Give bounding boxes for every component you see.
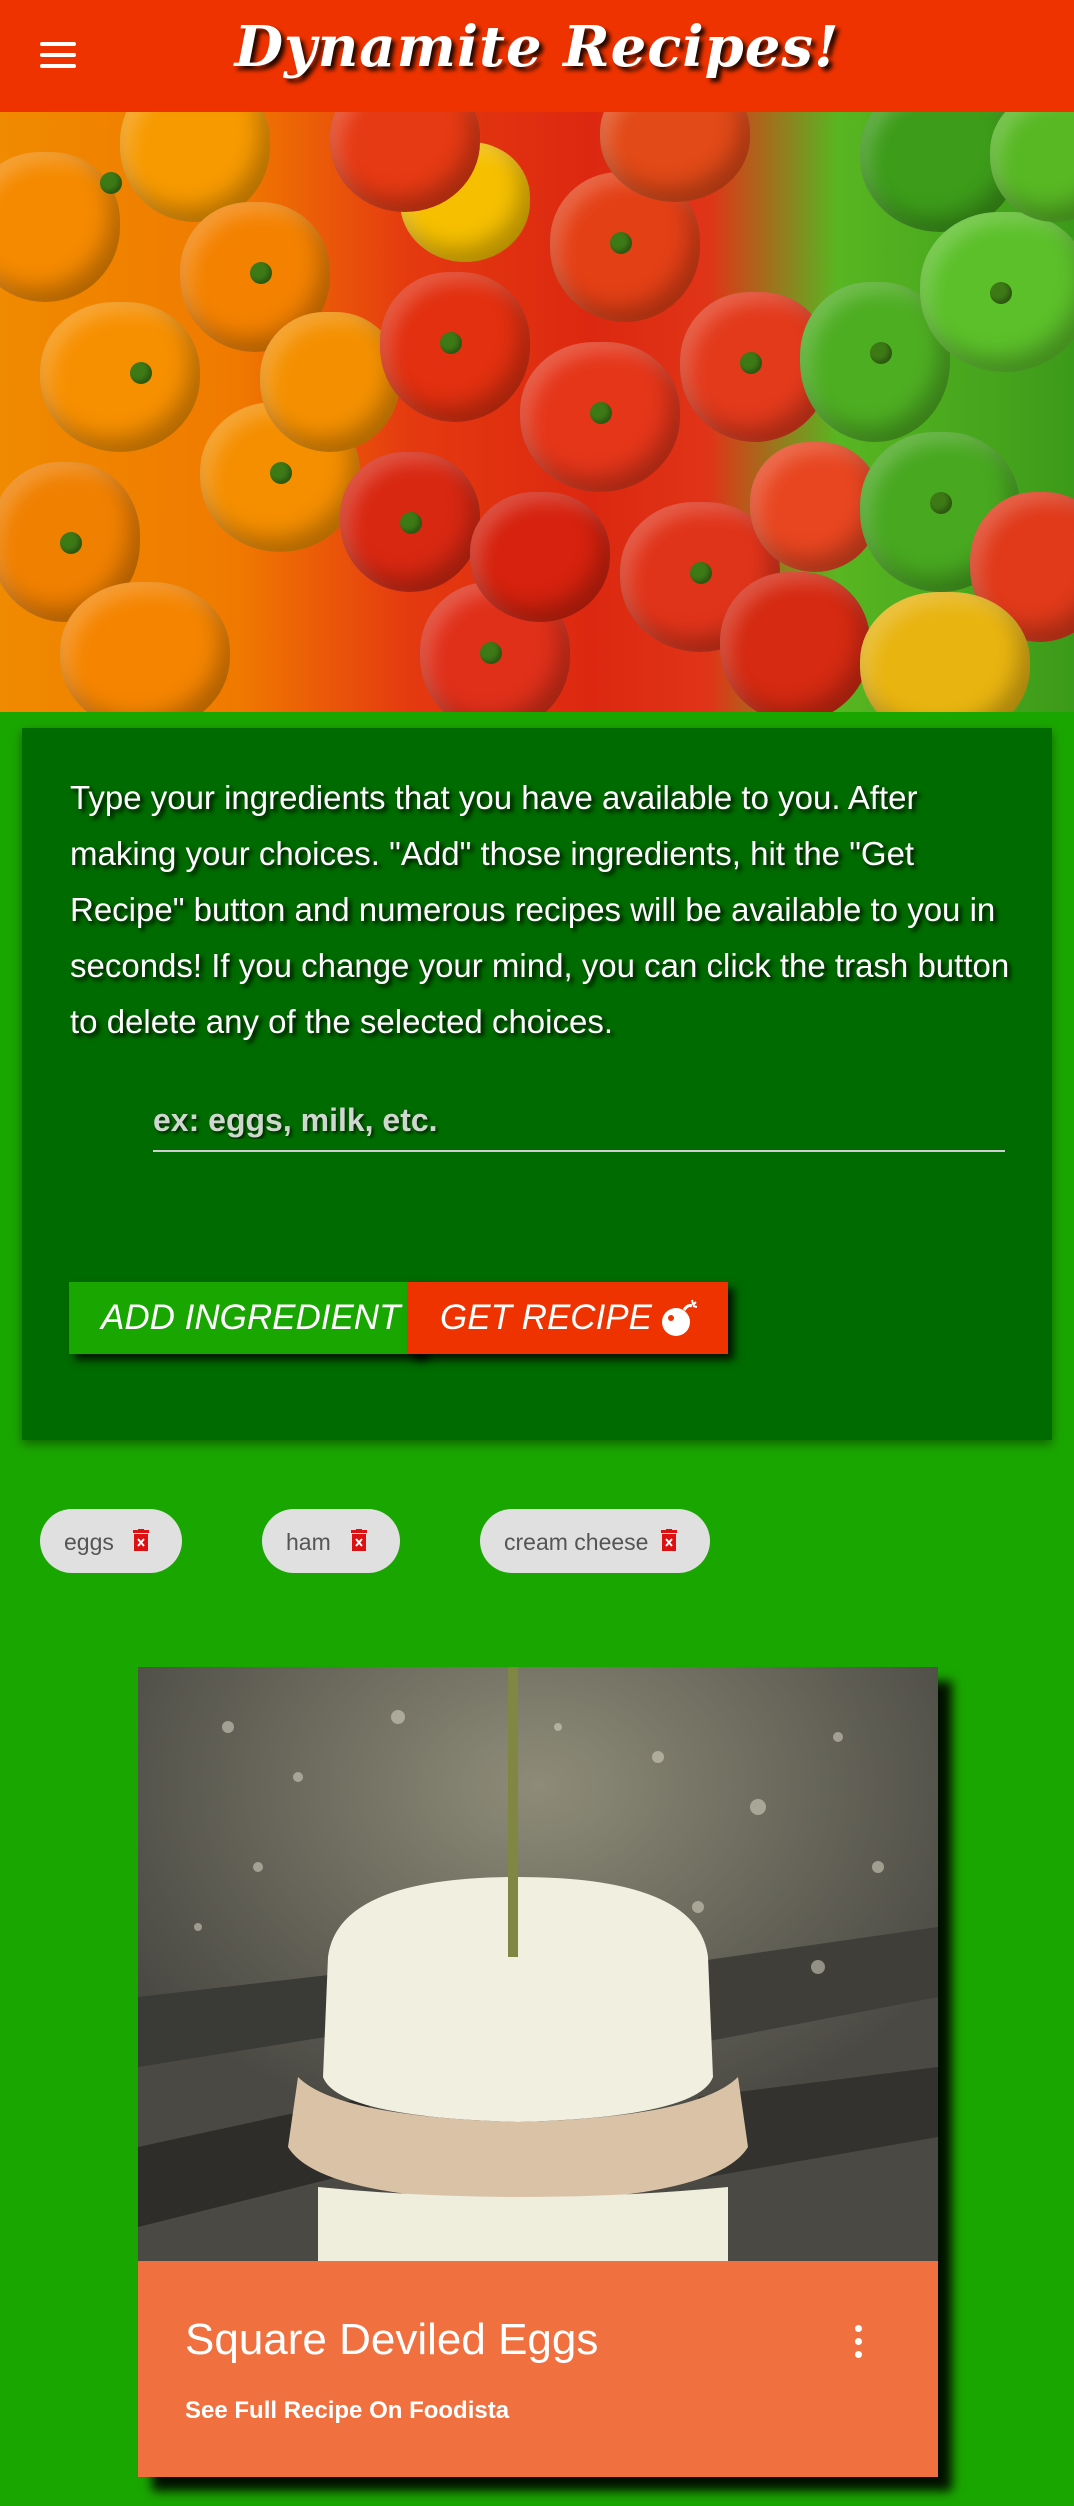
add-ingredient-button[interactable]: ADD INGREDIENT bbox=[69, 1282, 423, 1354]
ingredient-chip: cream cheese bbox=[480, 1509, 710, 1573]
more-vert-icon[interactable] bbox=[852, 2325, 864, 2359]
hero-peppers-image bbox=[0, 112, 1074, 712]
recipe-card[interactable]: Square Deviled Eggs See Full Recipe On F… bbox=[138, 1667, 938, 2477]
add-ingredient-label: ADD INGREDIENT bbox=[101, 1298, 401, 1337]
recipe-title: Square Deviled Eggs bbox=[185, 2315, 599, 2364]
get-recipe-label: GET RECIPE bbox=[440, 1298, 652, 1337]
trash-icon[interactable] bbox=[660, 1529, 678, 1551]
trash-icon[interactable] bbox=[350, 1529, 368, 1551]
deviled-egg-photo bbox=[138, 1667, 938, 2261]
app-header: Dynamite Recipes! bbox=[0, 0, 1074, 112]
app-title: Dynamite Recipes! bbox=[234, 14, 840, 80]
recipe-image bbox=[138, 1667, 938, 2261]
ingredient-chip: ham bbox=[262, 1509, 400, 1573]
recipe-card-footer: Square Deviled Eggs See Full Recipe On F… bbox=[138, 2261, 938, 2477]
get-recipe-button[interactable]: GET RECIPE bbox=[408, 1282, 728, 1354]
chip-label: cream cheese bbox=[504, 1529, 649, 1555]
full-recipe-link[interactable]: See Full Recipe On Foodista bbox=[185, 2397, 509, 2425]
instructions-text: Type your ingredients that you have avai… bbox=[70, 779, 1010, 1040]
chip-label: eggs bbox=[64, 1529, 114, 1555]
ingredient-input[interactable] bbox=[153, 1090, 1005, 1152]
bomb-icon bbox=[662, 1299, 698, 1336]
chip-label: ham bbox=[286, 1529, 331, 1555]
trash-icon[interactable] bbox=[132, 1529, 150, 1551]
ingredient-chip: eggs bbox=[40, 1509, 182, 1573]
ingredient-form-panel: Type your ingredients that you have avai… bbox=[22, 728, 1052, 1440]
